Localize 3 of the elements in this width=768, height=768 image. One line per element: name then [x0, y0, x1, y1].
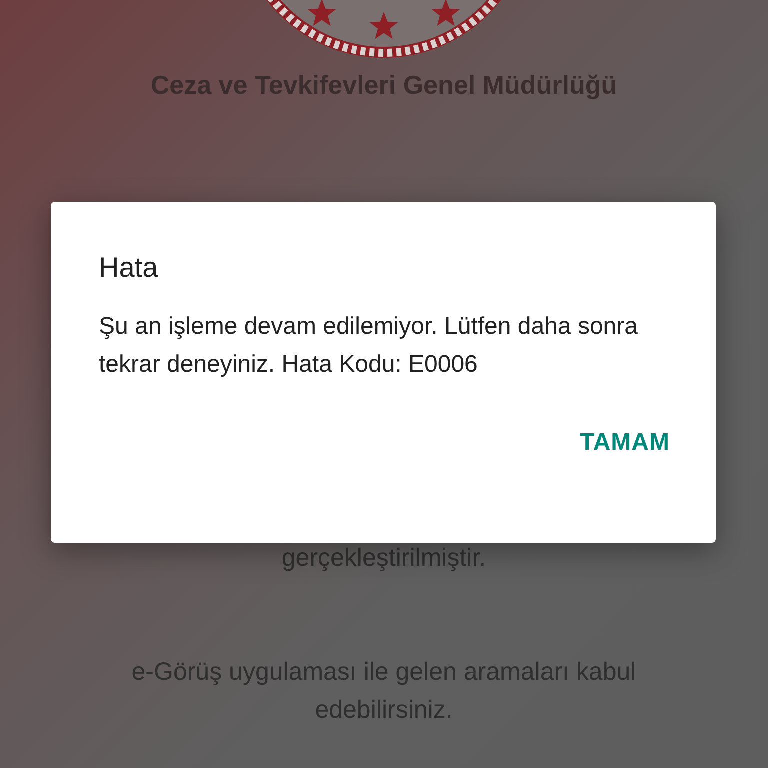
ok-button[interactable]: TAMAM [580, 421, 670, 465]
dialog-message: Şu an işleme devam edilemiyor. Lütfen daha sonra tekrar deneyiniz. Hata Kodu: E0006 [99, 312, 639, 380]
dialog-title: Hata [99, 251, 160, 285]
